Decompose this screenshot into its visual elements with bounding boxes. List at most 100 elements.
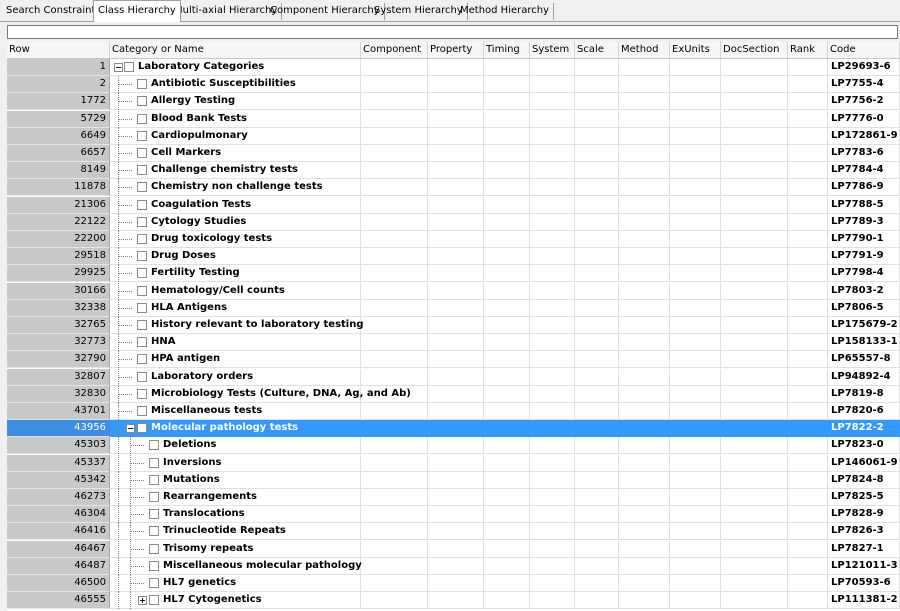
table-row[interactable]: 32790 HPA antigen LP65557-8	[7, 351, 900, 368]
row-checkbox[interactable]	[149, 595, 159, 605]
category-name-cell[interactable]: Chemistry non challenge tests	[110, 179, 361, 196]
row-checkbox[interactable]	[149, 440, 159, 450]
category-name-cell[interactable]: Fertility Testing	[110, 265, 361, 282]
table-row[interactable]: 46273 Rearrangements LP7825-5	[7, 489, 900, 506]
category-name-cell[interactable]: Drug Doses	[110, 248, 361, 265]
tab-method-hierarchy[interactable]: Method Hierarchy	[456, 3, 555, 20]
row-checkbox[interactable]	[137, 337, 147, 347]
col-header-docsection[interactable]: DocSection	[721, 42, 788, 58]
table-row[interactable]: 29925 Fertility Testing LP7798-4	[7, 265, 900, 282]
category-name-cell[interactable]: HL7 genetics	[110, 575, 361, 592]
table-row[interactable]: 46500 HL7 genetics LP70593-6	[7, 575, 900, 592]
row-checkbox[interactable]	[137, 79, 147, 89]
table-row[interactable]: 22122 Cytology Studies LP7789-3	[7, 214, 900, 231]
table-row[interactable]: 30166 Hematology/Cell counts LP7803-2	[7, 283, 900, 300]
category-name-cell[interactable]: Allergy Testing	[110, 93, 361, 110]
table-row[interactable]: 32765 History relevant to laboratory test…	[7, 317, 900, 334]
col-header-rank[interactable]: Rank	[788, 42, 828, 58]
row-checkbox[interactable]	[137, 268, 147, 278]
table-row[interactable]: 21306 Coagulation Tests LP7788-5	[7, 197, 900, 214]
row-checkbox[interactable]	[149, 526, 159, 536]
category-name-cell[interactable]: Miscellaneous tests	[110, 403, 361, 420]
category-name-cell[interactable]: + HL7 Cytogenetics	[110, 592, 361, 609]
col-header-timing[interactable]: Timing	[484, 42, 530, 58]
category-name-cell[interactable]: History relevant to laboratory testing	[110, 317, 364, 334]
row-checkbox[interactable]	[149, 492, 159, 502]
row-checkbox[interactable]	[137, 303, 147, 313]
row-checkbox[interactable]	[149, 509, 159, 519]
table-row[interactable]: 11878 Chemistry non challenge tests LP7786…	[7, 179, 900, 196]
row-checkbox[interactable]	[149, 544, 159, 554]
row-checkbox[interactable]	[137, 372, 147, 382]
category-name-cell[interactable]: Miscellaneous molecular pathology	[110, 558, 362, 575]
row-checkbox[interactable]	[137, 96, 147, 106]
table-row[interactable]: 32807 Laboratory orders LP94892-4	[7, 369, 900, 386]
category-name-cell[interactable]: Deletions	[110, 437, 361, 454]
table-row[interactable]: 8149 Challenge chemistry tests LP7784-4	[7, 162, 900, 179]
col-header-component[interactable]: Component	[361, 42, 428, 58]
table-row[interactable]: 1− Laboratory Categories LP29693-6	[7, 59, 900, 76]
col-header-code[interactable]: Code	[828, 42, 900, 58]
row-checkbox[interactable]	[137, 114, 147, 124]
table-row[interactable]: 1772 Allergy Testing LP7756-2	[7, 93, 900, 110]
category-name-cell[interactable]: − Laboratory Categories	[110, 59, 361, 76]
row-checkbox[interactable]	[137, 320, 147, 330]
table-row[interactable]: 43956 − Molecular pathology tests LP7822-2	[7, 420, 900, 437]
row-checkbox[interactable]	[137, 354, 147, 364]
row-checkbox[interactable]	[137, 406, 147, 416]
row-checkbox[interactable]	[149, 578, 159, 588]
row-checkbox[interactable]	[137, 165, 147, 175]
category-name-cell[interactable]: Laboratory orders	[110, 369, 361, 386]
table-row[interactable]: 45337 Inversions LP146061-9	[7, 455, 900, 472]
row-checkbox[interactable]	[149, 458, 159, 468]
category-name-cell[interactable]: Cytology Studies	[110, 214, 361, 231]
category-name-cell[interactable]: Translocations	[110, 506, 361, 523]
row-checkbox[interactable]	[149, 475, 159, 485]
table-row[interactable]: 46555 + HL7 Cytogenetics LP111381-2	[7, 592, 900, 609]
table-row[interactable]: 5729 Blood Bank Tests LP7776-0	[7, 111, 900, 128]
table-row[interactable]: 22200 Drug toxicology tests LP7790-1	[7, 231, 900, 248]
category-name-cell[interactable]: HNA	[110, 334, 361, 351]
row-checkbox[interactable]	[137, 389, 147, 399]
category-name-cell[interactable]: Coagulation Tests	[110, 197, 361, 214]
table-row[interactable]: 2 Antibiotic Susceptibilities LP7755-4	[7, 76, 900, 93]
row-checkbox[interactable]	[137, 286, 147, 296]
category-name-cell[interactable]: Drug toxicology tests	[110, 231, 361, 248]
row-checkbox[interactable]	[137, 182, 147, 192]
category-name-cell[interactable]: Mutations	[110, 472, 361, 489]
row-checkbox[interactable]	[137, 217, 147, 227]
table-row[interactable]: 6657 Cell Markers LP7783-6	[7, 145, 900, 162]
category-name-cell[interactable]: − Molecular pathology tests	[110, 420, 361, 437]
category-name-cell[interactable]: Challenge chemistry tests	[110, 162, 361, 179]
tab-search-constraints[interactable]: Search Constraints	[2, 3, 106, 20]
col-header-property[interactable]: Property	[428, 42, 484, 58]
table-row[interactable]: 43701 Miscellaneous tests LP7820-6	[7, 403, 900, 420]
collapse-icon[interactable]: −	[126, 424, 135, 433]
row-checkbox[interactable]	[137, 251, 147, 261]
row-checkbox[interactable]	[137, 423, 147, 433]
category-name-cell[interactable]: HPA antigen	[110, 351, 361, 368]
category-name-cell[interactable]: Microbiology Tests (Culture, DNA, Ag, an…	[110, 386, 411, 403]
category-name-cell[interactable]: Cardiopulmonary	[110, 128, 361, 145]
table-row[interactable]: 46487 Miscellaneous molecular pathology LP…	[7, 558, 900, 575]
table-row[interactable]: 45303 Deletions LP7823-0	[7, 437, 900, 454]
col-header-row[interactable]: Row	[7, 42, 110, 58]
col-header-name[interactable]: Category or Name	[110, 42, 361, 58]
row-checkbox[interactable]	[124, 62, 134, 72]
col-header-exunits[interactable]: ExUnits	[670, 42, 721, 58]
row-checkbox[interactable]	[137, 234, 147, 244]
category-name-cell[interactable]: Trinucleotide Repeats	[110, 523, 361, 540]
row-checkbox[interactable]	[137, 131, 147, 141]
tab-component-hierarchy[interactable]: Component Hierarchy	[266, 3, 385, 20]
search-input[interactable]	[7, 25, 898, 39]
category-name-cell[interactable]: Inversions	[110, 455, 361, 472]
row-checkbox[interactable]	[137, 148, 147, 158]
table-row[interactable]: 46304 Translocations LP7828-9	[7, 506, 900, 523]
category-name-cell[interactable]: Cell Markers	[110, 145, 361, 162]
table-row[interactable]: 46416 Trinucleotide Repeats LP7826-3	[7, 523, 900, 540]
tab-system-hierarchy[interactable]: System Hierarchy	[370, 3, 468, 20]
category-name-cell[interactable]: Hematology/Cell counts	[110, 283, 361, 300]
table-row[interactable]: 6649 Cardiopulmonary LP172861-9	[7, 128, 900, 145]
category-name-cell[interactable]: HLA Antigens	[110, 300, 361, 317]
col-header-system[interactable]: System	[530, 42, 575, 58]
